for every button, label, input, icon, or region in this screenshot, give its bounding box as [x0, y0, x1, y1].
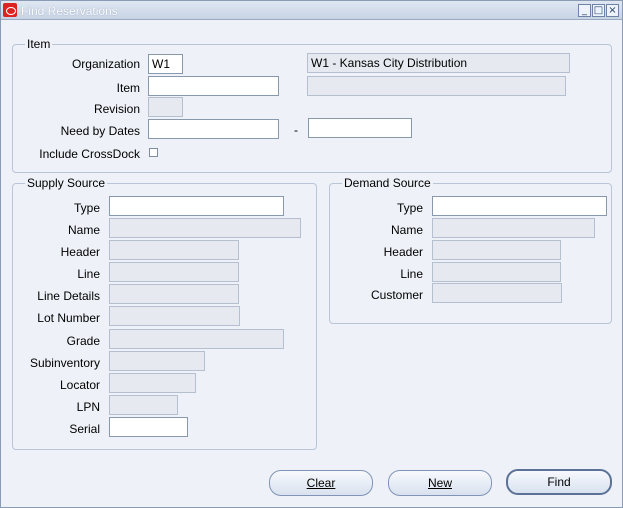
- supply-header-field: [109, 240, 239, 260]
- need-by-dates-label: Need by Dates: [60, 124, 140, 138]
- supply-name-label: Name: [67, 223, 100, 237]
- supply-locator-label: Locator: [59, 378, 100, 392]
- supply-serial-field[interactable]: [109, 417, 188, 437]
- revision-label: Revision: [93, 102, 140, 116]
- revision-field[interactable]: [148, 97, 183, 117]
- supply-line-label: Line: [77, 267, 100, 281]
- supply-grade-label: Grade: [66, 334, 100, 348]
- supply-type-label: Type: [73, 201, 100, 215]
- find-button-label: Find: [547, 475, 571, 489]
- organization-field[interactable]: W1: [148, 54, 183, 74]
- item-label: Item: [116, 81, 140, 95]
- new-button[interactable]: New: [388, 470, 492, 496]
- supply-name-field: [109, 218, 301, 238]
- supply-serial-label: Serial: [69, 422, 100, 436]
- close-icon[interactable]: ×: [606, 4, 619, 17]
- demand-header-field: [432, 240, 561, 260]
- oracle-app-icon: [3, 3, 17, 17]
- find-button[interactable]: Find: [506, 469, 612, 495]
- supply-line-details-field: [109, 284, 239, 304]
- supply-lpn-label: LPN: [76, 400, 100, 414]
- supply-lot-number-label: Lot Number: [37, 311, 100, 325]
- item-field[interactable]: [148, 76, 279, 96]
- demand-header-label: Header: [383, 245, 423, 259]
- supply-type-field[interactable]: [109, 196, 284, 216]
- supply-lpn-field: [109, 395, 178, 415]
- clear-button[interactable]: Clear: [269, 470, 373, 496]
- title-bar[interactable]: Find Reservations _ □ ×: [1, 1, 622, 20]
- supply-line-details-label: Line Details: [37, 289, 100, 303]
- supply-grade-field: [109, 329, 284, 349]
- demand-customer-label: Customer: [370, 288, 423, 302]
- supply-subinventory-field: [109, 351, 205, 371]
- need-by-date-from-field[interactable]: [148, 119, 279, 139]
- item-description-field: [307, 76, 566, 96]
- demand-name-label: Name: [390, 223, 423, 237]
- demand-source-legend: Demand Source: [342, 176, 433, 190]
- supply-locator-field: [109, 373, 196, 393]
- organization-label: Organization: [71, 57, 140, 71]
- include-crossdock-checkbox[interactable]: [149, 148, 158, 157]
- demand-type-field[interactable]: [432, 196, 607, 216]
- supply-line-field: [109, 262, 239, 282]
- clear-button-label: Clear: [306, 476, 336, 490]
- new-button-label: New: [427, 476, 452, 490]
- supply-lot-number-field: [109, 306, 240, 326]
- demand-customer-field: [432, 283, 562, 303]
- need-by-date-to-field[interactable]: [308, 118, 412, 138]
- demand-type-label: Type: [396, 201, 423, 215]
- supply-header-label: Header: [60, 245, 100, 259]
- demand-name-field: [432, 218, 595, 238]
- supply-subinventory-label: Subinventory: [29, 356, 100, 370]
- date-range-separator: -: [294, 123, 298, 137]
- item-group-legend: Item: [25, 37, 53, 51]
- supply-source-legend: Supply Source: [25, 176, 108, 190]
- find-reservations-window: Find Reservations _ □ × Item Organizatio…: [0, 0, 623, 508]
- demand-line-label: Line: [400, 267, 423, 281]
- include-crossdock-label: Include CrossDock: [39, 147, 140, 161]
- organization-description-field: W1 - Kansas City Distribution: [307, 53, 570, 73]
- demand-line-field: [432, 262, 561, 282]
- minimize-icon[interactable]: _: [578, 4, 591, 17]
- maximize-icon[interactable]: □: [592, 4, 605, 17]
- window-title: Find Reservations: [21, 4, 118, 18]
